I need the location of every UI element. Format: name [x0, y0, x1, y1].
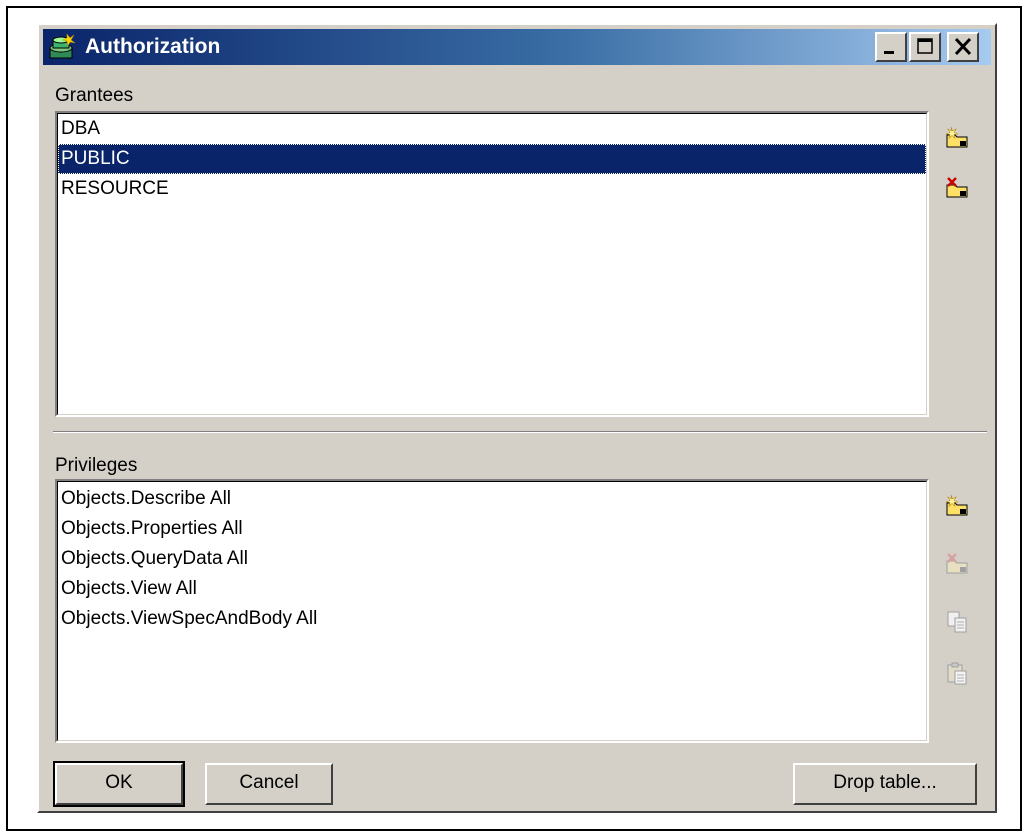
close-icon — [954, 37, 972, 56]
close-button[interactable] — [947, 32, 979, 62]
app-icon — [47, 32, 77, 62]
copy-icon[interactable] — [945, 609, 971, 635]
new-privilege-icon[interactable] — [945, 493, 971, 519]
grantee-item-resource[interactable]: RESOURCE — [58, 174, 926, 204]
privilege-item[interactable]: Objects.View All — [58, 574, 926, 604]
grantee-item-public[interactable]: PUBLIC — [58, 144, 926, 174]
minimize-button[interactable] — [875, 32, 907, 62]
drop-table-button[interactable]: Drop table... — [793, 763, 977, 805]
maximize-button[interactable] — [909, 32, 941, 62]
delete-privilege-icon[interactable] — [945, 551, 971, 577]
privilege-item[interactable]: Objects.ViewSpecAndBody All — [58, 604, 926, 634]
privileges-label: Privileges — [55, 455, 138, 476]
new-grantee-icon[interactable] — [945, 125, 971, 151]
privilege-item[interactable]: Objects.Properties All — [58, 514, 926, 544]
privileges-listbox[interactable]: Objects.Describe All Objects.Properties … — [55, 479, 929, 743]
privilege-item[interactable]: Objects.QueryData All — [58, 544, 926, 574]
title-bar[interactable]: Authorization — [43, 29, 991, 65]
minimize-icon — [884, 51, 894, 54]
grantees-label: Grantees — [55, 85, 134, 106]
privilege-item[interactable]: Objects.Describe All — [58, 484, 926, 514]
grantees-listbox[interactable]: DBA PUBLIC RESOURCE — [55, 111, 929, 417]
authorization-dialog: Authorization Grantees DBA PUBLIC RESOUR… — [37, 23, 997, 813]
delete-grantee-icon[interactable] — [945, 175, 971, 201]
paste-icon[interactable] — [945, 661, 971, 687]
maximize-icon — [917, 38, 933, 54]
cancel-button[interactable]: Cancel — [205, 763, 333, 805]
window-title: Authorization — [85, 35, 221, 58]
section-divider — [53, 431, 987, 433]
ok-button[interactable]: OK — [53, 761, 185, 807]
grantee-item-dba[interactable]: DBA — [58, 114, 926, 144]
